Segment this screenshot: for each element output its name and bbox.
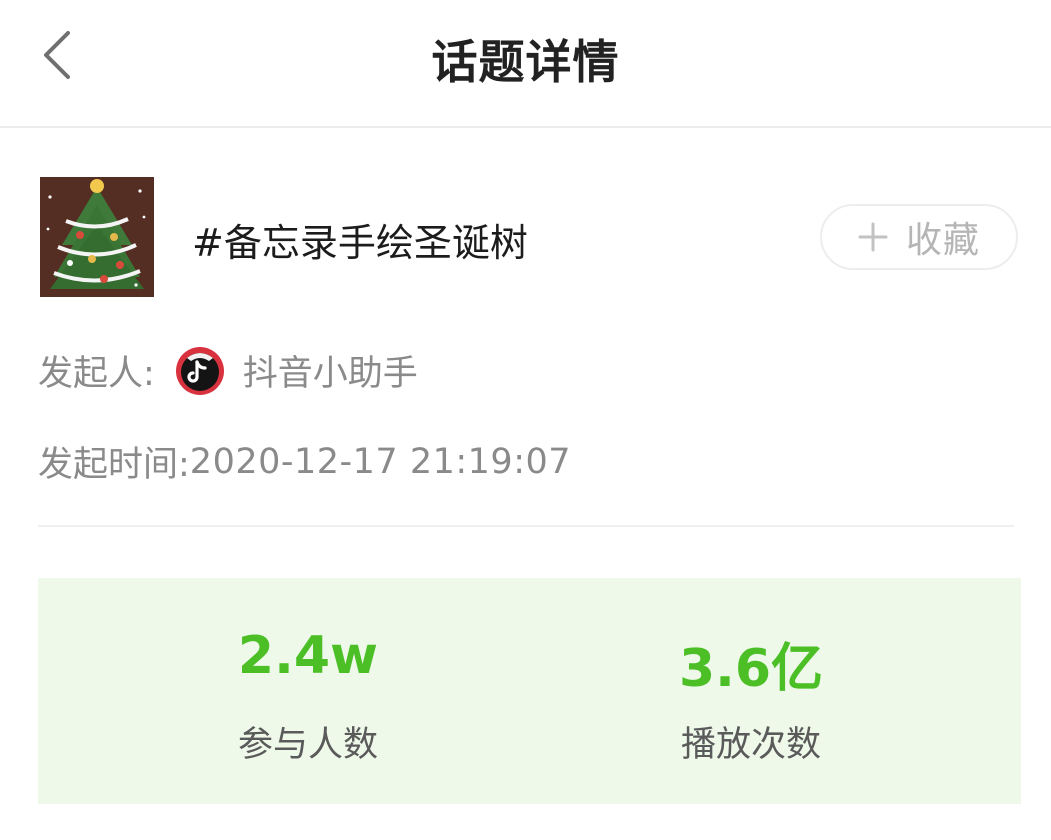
participants-stat: 2.4w 参与人数: [158, 578, 458, 804]
plays-count: 3.6亿: [678, 639, 824, 699]
participants-label: 参与人数: [237, 725, 378, 765]
plays-stat: 3.6亿 播放次数: [601, 578, 901, 804]
plus-icon: [858, 222, 888, 252]
topic-cover-image[interactable]: [40, 177, 154, 297]
stats-panel: 2.4w 参与人数 3.6亿 播放次数: [38, 578, 1021, 804]
christmas-tree-thumbnail: [40, 177, 154, 297]
divider: [38, 525, 1014, 527]
collect-button-label: 收藏: [905, 220, 980, 261]
topic-detail-page: 话题详情 #备忘录手绘圣诞树 收藏 发起人: 抖音小助手 发起时间: 2020-…: [0, 0, 1051, 840]
participants-count: 2.4w: [237, 626, 379, 686]
topic-title: #备忘录手绘圣诞树: [192, 221, 528, 265]
initiator-label: 发起人:: [38, 354, 155, 394]
plays-label: 播放次数: [680, 725, 821, 765]
page-title: 话题详情: [431, 35, 620, 89]
initiator-row: 发起人: 抖音小助手: [38, 345, 418, 396]
avatar[interactable]: [175, 346, 225, 396]
top-bar: 话题详情: [0, 0, 1051, 128]
start-time-row: 发起时间: 2020-12-17 21:19:07: [38, 436, 571, 487]
collect-button[interactable]: 收藏: [820, 204, 1018, 270]
initiator-name[interactable]: 抖音小助手: [243, 345, 418, 396]
start-time-value: 2020-12-17 21:19:07: [189, 441, 572, 482]
start-time-label: 发起时间:: [38, 445, 190, 485]
